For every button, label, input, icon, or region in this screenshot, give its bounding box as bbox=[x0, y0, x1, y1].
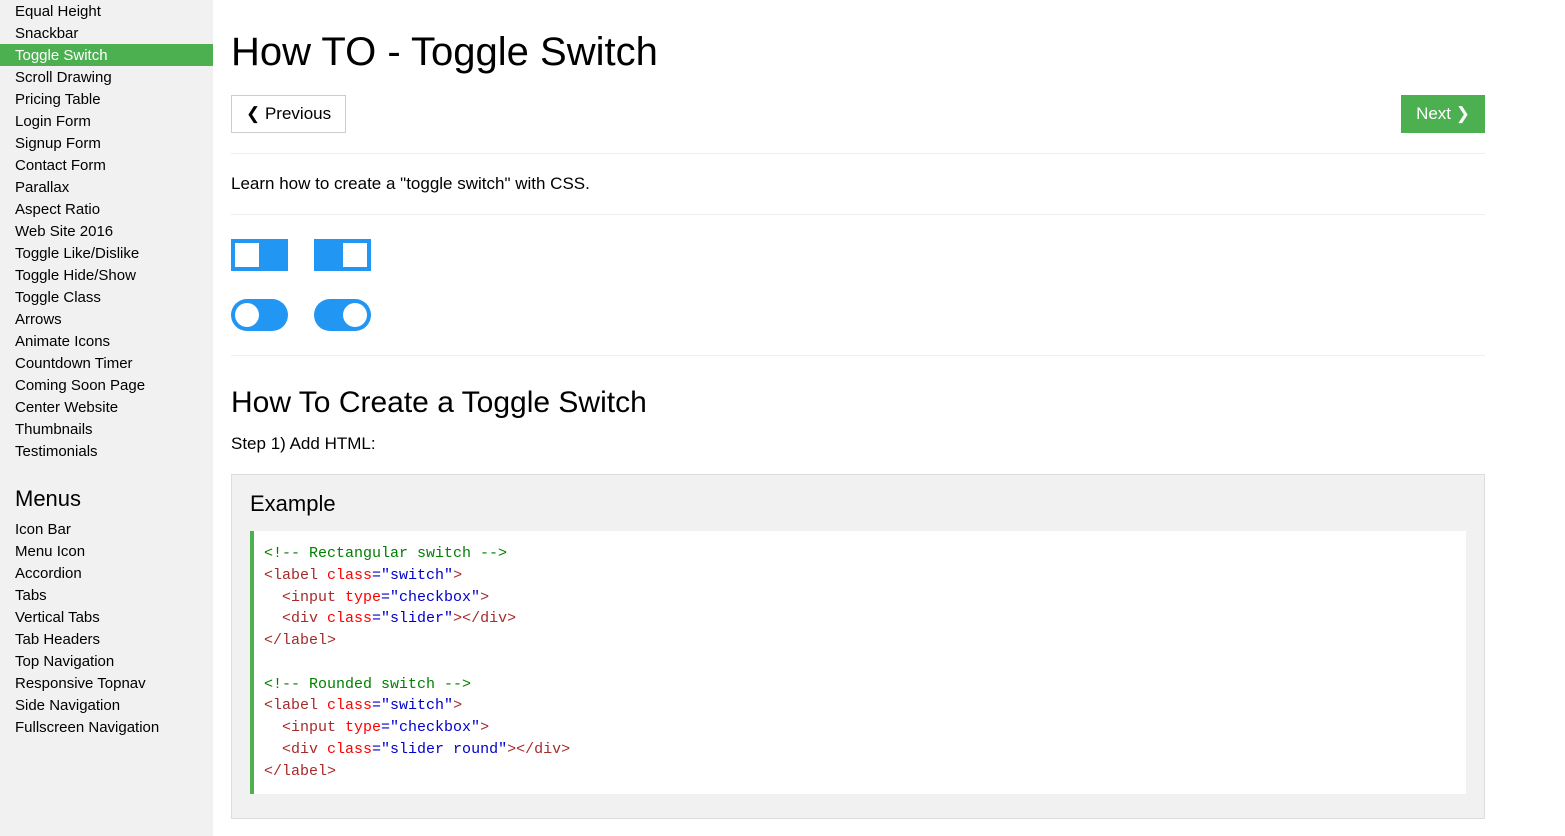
sidebar-item[interactable]: Tabs bbox=[0, 584, 213, 606]
switch-demo-row-round bbox=[231, 299, 1485, 335]
sidebar-item[interactable]: Testimonials bbox=[0, 440, 213, 462]
sidebar-item-toggle-switch[interactable]: Toggle Switch bbox=[0, 44, 213, 66]
page-title: How TO - Toggle Switch bbox=[231, 30, 1485, 75]
step-text: Step 1) Add HTML: bbox=[231, 434, 1485, 454]
sidebar-item[interactable]: Center Website bbox=[0, 396, 213, 418]
sidebar-item[interactable]: Toggle Class bbox=[0, 286, 213, 308]
example-heading: Example bbox=[250, 491, 1466, 517]
sidebar-item[interactable]: Toggle Like/Dislike bbox=[0, 242, 213, 264]
toggle-switch-round-on[interactable] bbox=[314, 299, 371, 331]
sidebar-item[interactable]: Toggle Hide/Show bbox=[0, 264, 213, 286]
toggle-switch-square-on[interactable] bbox=[314, 239, 371, 271]
sidebar-item[interactable]: Signup Form bbox=[0, 132, 213, 154]
sidebar-item[interactable]: Parallax bbox=[0, 176, 213, 198]
toggle-switch-square-off[interactable] bbox=[231, 239, 288, 271]
sidebar-item[interactable]: Aspect Ratio bbox=[0, 198, 213, 220]
sidebar-item[interactable]: Snackbar bbox=[0, 22, 213, 44]
main-content: How TO - Toggle Switch ❮ Previous Next ❯… bbox=[213, 0, 1565, 836]
sidebar-item[interactable]: Equal Height bbox=[0, 0, 213, 22]
divider bbox=[231, 214, 1485, 215]
sidebar-item[interactable]: Menu Icon bbox=[0, 540, 213, 562]
sidebar-item[interactable]: Arrows bbox=[0, 308, 213, 330]
sidebar-item[interactable]: Contact Form bbox=[0, 154, 213, 176]
sidebar: Equal Height Snackbar Toggle Switch Scro… bbox=[0, 0, 213, 836]
sidebar-item[interactable]: Vertical Tabs bbox=[0, 606, 213, 628]
divider bbox=[231, 153, 1485, 154]
sidebar-item[interactable]: Fullscreen Navigation bbox=[0, 716, 213, 738]
sidebar-item[interactable]: Thumbnails bbox=[0, 418, 213, 440]
sidebar-item[interactable]: Login Form bbox=[0, 110, 213, 132]
switch-demo-row-square bbox=[231, 239, 1485, 275]
sidebar-item[interactable]: Web Site 2016 bbox=[0, 220, 213, 242]
example-box: Example <!-- Rectangular switch --> <lab… bbox=[231, 474, 1485, 819]
sidebar-item[interactable]: Pricing Table bbox=[0, 88, 213, 110]
sidebar-item[interactable]: Top Navigation bbox=[0, 650, 213, 672]
code-block: <!-- Rectangular switch --> <label class… bbox=[250, 531, 1466, 794]
sidebar-item[interactable]: Icon Bar bbox=[0, 518, 213, 540]
sidebar-item[interactable]: Responsive Topnav bbox=[0, 672, 213, 694]
section-heading: How To Create a Toggle Switch bbox=[231, 386, 1485, 420]
sidebar-item[interactable]: Coming Soon Page bbox=[0, 374, 213, 396]
toggle-switch-round-off[interactable] bbox=[231, 299, 288, 331]
previous-button[interactable]: ❮ Previous bbox=[231, 95, 346, 133]
divider bbox=[231, 355, 1485, 356]
nav-row: ❮ Previous Next ❯ bbox=[231, 95, 1485, 133]
sidebar-item[interactable]: Scroll Drawing bbox=[0, 66, 213, 88]
sidebar-item[interactable]: Countdown Timer bbox=[0, 352, 213, 374]
next-button[interactable]: Next ❯ bbox=[1401, 95, 1485, 133]
sidebar-item[interactable]: Accordion bbox=[0, 562, 213, 584]
intro-text: Learn how to create a "toggle switch" wi… bbox=[231, 174, 1485, 194]
sidebar-item[interactable]: Tab Headers bbox=[0, 628, 213, 650]
sidebar-item[interactable]: Side Navigation bbox=[0, 694, 213, 716]
sidebar-heading-menus: Menus bbox=[0, 462, 213, 518]
sidebar-item[interactable]: Animate Icons bbox=[0, 330, 213, 352]
